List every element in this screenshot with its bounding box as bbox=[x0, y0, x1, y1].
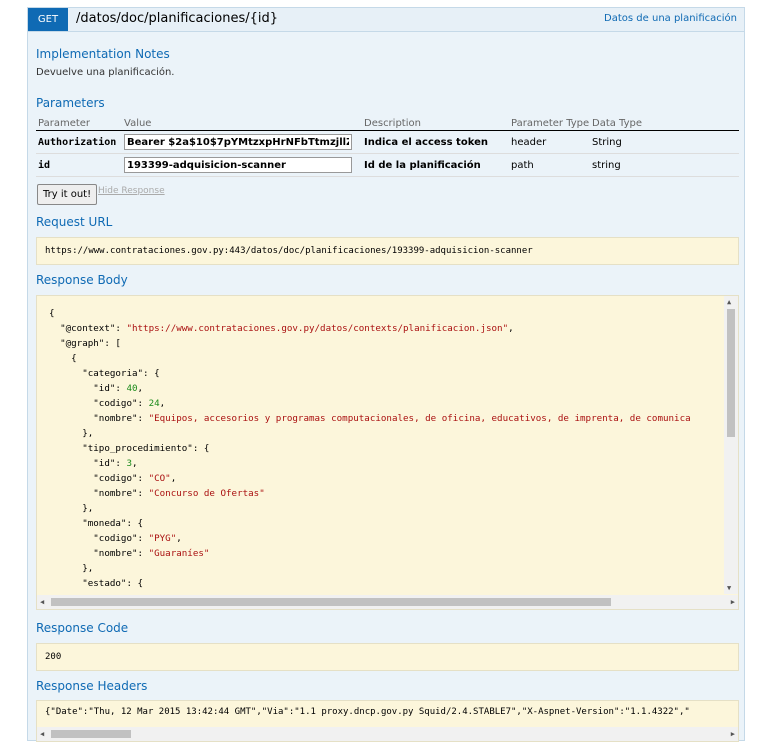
scroll-right-icon[interactable]: ▶ bbox=[731, 730, 735, 738]
request-url-box: https://www.contrataciones.gov.py:443/da… bbox=[36, 237, 739, 265]
code-line: "id": 40, bbox=[49, 383, 144, 394]
response-body-box[interactable]: { "@context": "https://www.contratacione… bbox=[36, 295, 739, 610]
code-line: "tipo_procedimiento": { bbox=[49, 443, 210, 454]
id-input[interactable] bbox=[124, 157, 352, 173]
implementation-notes-text: Devuelve una planificación. bbox=[36, 67, 175, 78]
code-line: "codigo": "PYG", bbox=[49, 533, 182, 544]
response-headers-title: Response Headers bbox=[36, 679, 148, 693]
code-line: "nombre": "Concurso de Ofertas" bbox=[49, 488, 265, 499]
scroll-right-icon[interactable]: ▶ bbox=[731, 598, 735, 606]
http-method-badge[interactable]: GET bbox=[28, 8, 68, 31]
vertical-scrollbar[interactable]: ▲ ▼ bbox=[724, 296, 738, 594]
code-line: "id": 3, bbox=[49, 458, 138, 469]
param-row-id: id Id de la planificación path string bbox=[36, 153, 739, 177]
param-description: Indica el access token bbox=[362, 130, 509, 154]
headers-scroll-thumb[interactable] bbox=[51, 730, 131, 738]
code-line: "estado": { bbox=[49, 578, 144, 589]
response-body-code: { "@context": "https://www.contratacione… bbox=[49, 306, 691, 591]
response-body-title: Response Body bbox=[36, 273, 128, 287]
response-code-box: 200 bbox=[36, 643, 739, 671]
param-type: header bbox=[509, 130, 590, 154]
code-line: }, bbox=[49, 503, 94, 514]
endpoint-summary-link[interactable]: Datos de una planificación bbox=[604, 8, 737, 31]
param-description: Id de la planificación bbox=[362, 153, 509, 177]
param-name: id bbox=[36, 153, 122, 177]
request-url-title: Request URL bbox=[36, 215, 113, 229]
code-line: "@context": "https://www.contrataciones.… bbox=[49, 323, 514, 334]
code-line: "nombre": "Guaraníes" bbox=[49, 548, 210, 559]
param-name: Authorization bbox=[36, 130, 122, 154]
scroll-down-icon[interactable]: ▼ bbox=[727, 584, 731, 592]
code-line: }, bbox=[49, 563, 94, 574]
code-line: "nombre": "Equipos, accesorios y program… bbox=[49, 413, 691, 424]
scroll-left-icon[interactable]: ◀ bbox=[40, 730, 44, 738]
param-data-type: String bbox=[590, 130, 739, 154]
code-line: }, bbox=[49, 428, 94, 439]
param-value-cell bbox=[122, 130, 362, 154]
col-parameter: Parameter bbox=[36, 116, 122, 131]
operation-panel: GET /datos/doc/planificaciones/{id} Dato… bbox=[27, 7, 745, 742]
code-line: "categoria": { bbox=[49, 368, 160, 379]
code-line: "codigo": 24, bbox=[49, 398, 166, 409]
param-data-type: string bbox=[590, 153, 739, 177]
response-code-title: Response Code bbox=[36, 621, 129, 635]
parameters-header-row: Parameter Value Description Parameter Ty… bbox=[36, 116, 739, 131]
col-value: Value bbox=[122, 116, 362, 131]
param-value-cell bbox=[122, 153, 362, 177]
endpoint-path[interactable]: /datos/doc/planificaciones/{id} bbox=[76, 8, 278, 31]
operation-heading[interactable]: GET /datos/doc/planificaciones/{id} Dato… bbox=[28, 8, 744, 32]
authorization-input[interactable] bbox=[124, 134, 352, 150]
code-line: "moneda": { bbox=[49, 518, 144, 529]
headers-horizontal-scrollbar[interactable]: ◀ ▶ bbox=[37, 727, 738, 741]
response-headers-text: {"Date":"Thu, 12 Mar 2015 13:42:44 GMT",… bbox=[45, 707, 690, 717]
response-headers-box[interactable]: {"Date":"Thu, 12 Mar 2015 13:42:44 GMT",… bbox=[36, 700, 739, 742]
col-description: Description bbox=[362, 116, 509, 131]
code-line: { bbox=[49, 308, 55, 319]
try-it-out-button[interactable]: Try it out! bbox=[37, 184, 98, 205]
horizontal-scroll-thumb[interactable] bbox=[51, 598, 611, 606]
scroll-left-icon[interactable]: ◀ bbox=[40, 598, 44, 606]
param-type: path bbox=[509, 153, 590, 177]
code-line: "@graph": [ bbox=[49, 338, 121, 349]
vertical-scroll-thumb[interactable] bbox=[727, 309, 735, 437]
col-parameter-type: Parameter Type bbox=[509, 116, 590, 131]
horizontal-scrollbar[interactable]: ◀ ▶ bbox=[37, 595, 738, 609]
col-data-type: Data Type bbox=[590, 116, 739, 131]
parameters-title: Parameters bbox=[36, 96, 105, 110]
parameters-table: Parameter Value Description Parameter Ty… bbox=[36, 116, 739, 177]
code-line: { bbox=[49, 353, 77, 364]
hide-response-link[interactable]: Hide Response bbox=[98, 186, 165, 196]
implementation-notes-title: Implementation Notes bbox=[36, 47, 170, 61]
param-row-authorization: Authorization Indica el access token hea… bbox=[36, 130, 739, 154]
code-line: "codigo": "CO", bbox=[49, 473, 177, 484]
scroll-up-icon[interactable]: ▲ bbox=[727, 298, 731, 306]
